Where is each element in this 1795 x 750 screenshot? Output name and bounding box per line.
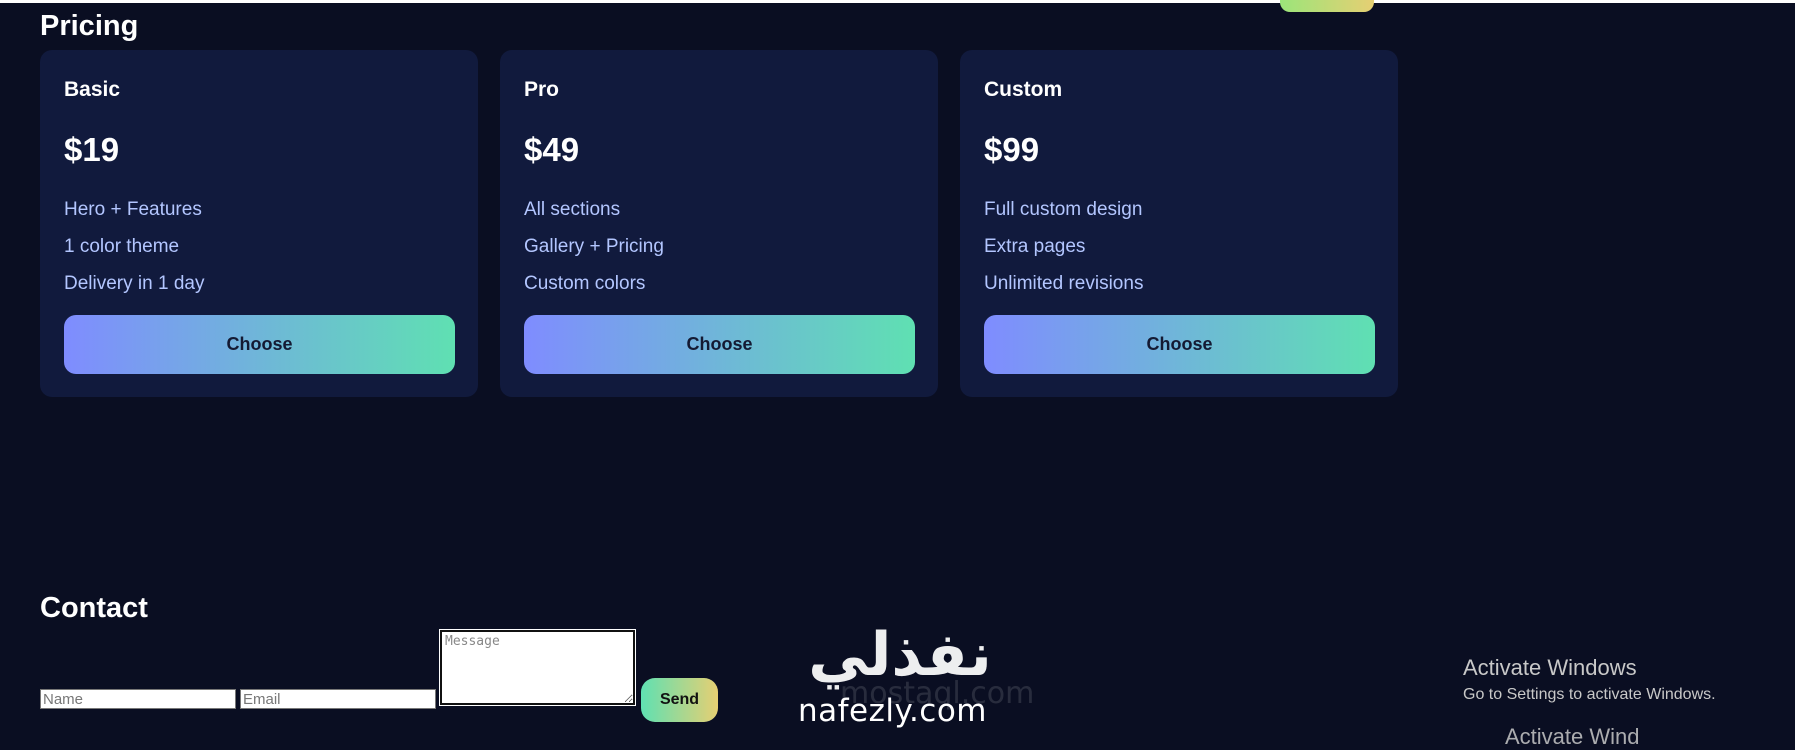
email-input[interactable] [240,689,436,709]
plan-name: Custom [984,78,1063,101]
plan-feature: All sections [524,199,621,220]
plan-features: Full custom design Extra pages Unlimited… [984,198,1143,309]
plan-name: Basic [64,78,121,101]
plan-feature: Hero + Features [64,199,202,220]
message-textarea[interactable] [439,629,636,706]
viewport-top-edge [0,0,1795,3]
choose-pro-button[interactable]: Choose [524,315,915,374]
plan-feature: Full custom design [984,199,1143,220]
pricing-section-title: Pricing [40,10,139,42]
choose-custom-button[interactable]: Choose [984,315,1375,374]
name-input[interactable] [40,689,236,709]
activate-windows-subtitle: Go to Settings to activate Windows. [1463,686,1716,703]
plan-feature: Unlimited revisions [984,273,1144,294]
pricing-card-basic: Basic $19 Hero + Features 1 color theme … [40,50,478,397]
activate-windows-title: Activate Windows [1463,655,1637,680]
plan-name: Pro [524,78,560,101]
plan-feature: Gallery + Pricing [524,236,664,257]
header-button-partial[interactable] [1280,0,1374,12]
plan-price: $19 [64,131,120,168]
plan-feature: Custom colors [524,273,646,294]
watermark-ghost-text: mostaql.com [840,676,1035,711]
plan-feature: Extra pages [984,236,1086,257]
site-watermark: نفذلي mostaql.com nafezly.com [790,620,1034,734]
plan-price: $49 [524,131,580,168]
contact-section-title: Contact [40,592,148,624]
send-button[interactable]: Send [641,678,718,722]
plan-price: $99 [984,131,1040,168]
activate-windows-ghost: Activate Wind [1505,724,1640,749]
plan-features: All sections Gallery + Pricing Custom co… [524,198,664,309]
pricing-card-custom: Custom $99 Full custom design Extra page… [960,50,1398,397]
plan-features: Hero + Features 1 color theme Delivery i… [64,198,204,309]
pricing-card-pro: Pro $49 All sections Gallery + Pricing C… [500,50,938,397]
choose-basic-button[interactable]: Choose [64,315,455,374]
watermark-domain: nafezly.com [798,693,988,729]
plan-feature: 1 color theme [64,236,180,257]
watermark-arabic-logo: نفذلي [808,620,992,690]
activate-windows-overlay: Activate Windows Go to Settings to activ… [1463,655,1716,705]
plan-feature: Delivery in 1 day [64,273,205,294]
